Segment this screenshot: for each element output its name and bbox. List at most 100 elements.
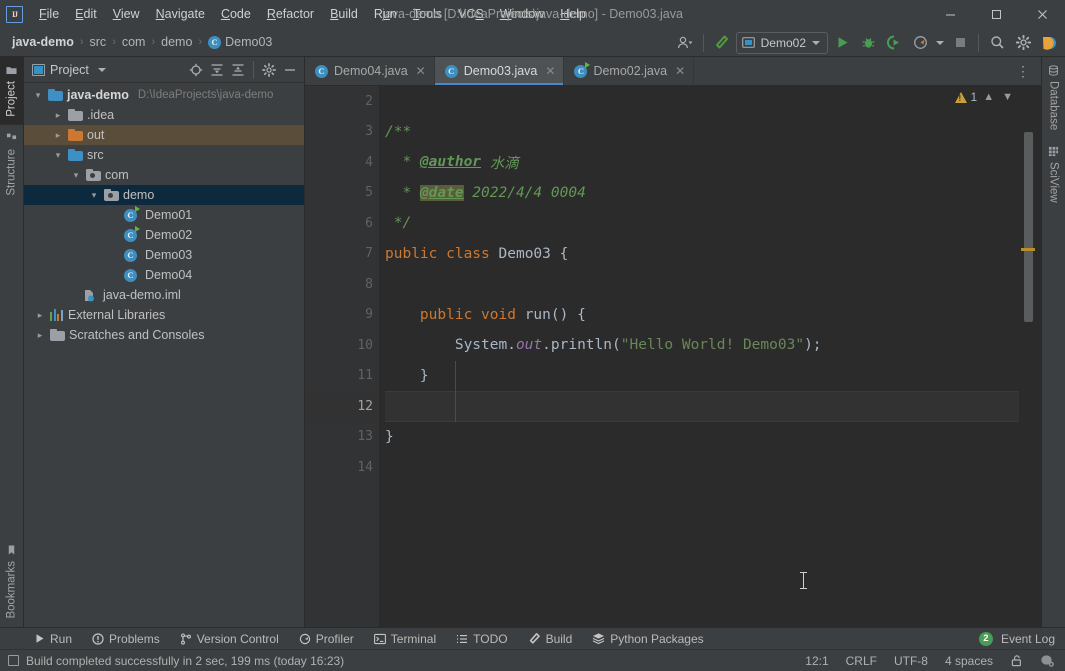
build-hammer-icon[interactable] bbox=[710, 31, 734, 55]
tree-node-out[interactable]: ▸ out bbox=[24, 125, 304, 145]
breadcrumb-item-project[interactable]: java-demo bbox=[8, 33, 78, 51]
tree-node-demo01[interactable]: C Demo01 bbox=[24, 205, 304, 225]
chevron-right-icon[interactable]: ▸ bbox=[34, 330, 46, 341]
tree-node-com[interactable]: ▾ com bbox=[24, 165, 304, 185]
chevron-down-icon[interactable]: ▾ bbox=[52, 150, 64, 161]
code-editor[interactable]: /** * @author 水滴 * @date 2022/4/4 0004 *… bbox=[379, 86, 1019, 627]
caret-position[interactable]: 12:1 bbox=[803, 653, 830, 669]
editor-tab-demo02[interactable]: C Demo02.java ✕ bbox=[564, 57, 695, 85]
ide-updates-icon[interactable] bbox=[1037, 31, 1061, 55]
menu-help[interactable]: Help bbox=[552, 3, 594, 25]
menu-edit[interactable]: Edit bbox=[67, 3, 105, 25]
code-line-11[interactable]: } bbox=[385, 361, 1019, 392]
code-line-12-current[interactable] bbox=[385, 391, 1019, 422]
collapse-all-icon[interactable] bbox=[228, 60, 248, 80]
chevron-down-icon[interactable] bbox=[97, 67, 106, 72]
editor-scrollbar-marker-strip[interactable] bbox=[1019, 86, 1041, 627]
bottom-tab-build[interactable]: Build bbox=[518, 630, 583, 648]
search-everywhere-icon[interactable] bbox=[985, 31, 1009, 55]
chevron-right-icon[interactable]: ▸ bbox=[52, 110, 64, 121]
chevron-down-icon[interactable]: ▾ bbox=[32, 90, 44, 101]
indent-setting[interactable]: 4 spaces bbox=[943, 653, 995, 669]
minimize-button[interactable] bbox=[927, 0, 973, 28]
chevron-up-icon[interactable]: ▲ bbox=[981, 91, 996, 103]
stop-square-icon[interactable] bbox=[948, 31, 972, 55]
bottom-tab-python-packages[interactable]: Python Packages bbox=[582, 630, 713, 648]
breadcrumb-item-class[interactable]: C Demo03 bbox=[204, 33, 276, 51]
sidebar-item-database[interactable]: Database bbox=[1042, 57, 1065, 138]
menu-file[interactable]: File bbox=[31, 3, 67, 25]
inspection-widget[interactable]: 1 ▲ ▼ bbox=[954, 90, 1015, 104]
bottom-tab-terminal[interactable]: Terminal bbox=[364, 630, 446, 648]
tree-node-idea[interactable]: ▸ .idea bbox=[24, 105, 304, 125]
maximize-button[interactable] bbox=[973, 0, 1019, 28]
chevron-right-icon[interactable]: ▸ bbox=[34, 310, 46, 321]
profiler-icon[interactable] bbox=[908, 31, 932, 55]
editor-gutter[interactable]: 2 3 4 5 6 7 8 9 10 11 12 13 14 bbox=[305, 86, 395, 627]
menu-tools[interactable]: Tools bbox=[405, 3, 450, 25]
editor-scrollbar-thumb[interactable] bbox=[1024, 132, 1033, 322]
code-line-4[interactable]: * @author 水滴 bbox=[385, 147, 1019, 178]
menu-refactor[interactable]: Refactor bbox=[259, 3, 322, 25]
inspection-profile-icon[interactable] bbox=[1038, 653, 1057, 669]
breadcrumb-item-com[interactable]: com bbox=[118, 33, 150, 51]
expand-all-icon[interactable] bbox=[207, 60, 227, 80]
breadcrumb-item-src[interactable]: src bbox=[86, 33, 111, 51]
close-icon[interactable]: ✕ bbox=[416, 64, 426, 78]
user-account-icon[interactable] bbox=[673, 31, 697, 55]
menu-navigate[interactable]: Navigate bbox=[148, 3, 213, 25]
tree-node-demo02[interactable]: C Demo02 bbox=[24, 225, 304, 245]
tree-node-java-demo[interactable]: ▾ java-demo D:\IdeaProjects\java-demo bbox=[24, 85, 304, 105]
sidebar-item-structure[interactable]: Structure bbox=[0, 125, 23, 204]
tree-node-iml[interactable]: java-demo.iml bbox=[24, 285, 304, 305]
menu-window[interactable]: Window bbox=[492, 3, 552, 25]
code-line-14[interactable] bbox=[385, 452, 1019, 483]
close-icon[interactable]: ✕ bbox=[675, 64, 685, 78]
bottom-tab-todo[interactable]: TODO bbox=[446, 630, 517, 648]
chevron-down-icon[interactable]: ▾ bbox=[70, 170, 82, 181]
settings-gear-icon[interactable] bbox=[259, 60, 279, 80]
bottom-tab-event-log[interactable]: Event Log bbox=[999, 630, 1057, 648]
code-line-5[interactable]: * @date 2022/4/4 0004 bbox=[385, 178, 1019, 209]
line-separator[interactable]: CRLF bbox=[844, 653, 879, 669]
code-line-7[interactable]: public class Demo03 { bbox=[385, 239, 1019, 270]
run-configuration-selector[interactable]: Demo02 bbox=[735, 31, 828, 54]
code-line-2[interactable] bbox=[385, 86, 1019, 117]
breadcrumb-item-demo[interactable]: demo bbox=[157, 33, 196, 51]
warning-marker[interactable] bbox=[1021, 248, 1035, 251]
select-opened-file-icon[interactable] bbox=[186, 60, 206, 80]
chevron-down-icon[interactable]: ▾ bbox=[88, 190, 100, 201]
project-panel-title[interactable]: Project bbox=[32, 63, 106, 77]
bottom-tab-version-control[interactable]: Version Control bbox=[170, 630, 289, 648]
close-button[interactable] bbox=[1019, 0, 1065, 28]
editor-tab-demo03[interactable]: C Demo03.java ✕ bbox=[434, 57, 565, 85]
chevron-right-icon[interactable]: ▸ bbox=[52, 130, 64, 141]
menu-run[interactable]: Run bbox=[366, 3, 405, 25]
tree-node-scratches[interactable]: ▸ Scratches and Consoles bbox=[24, 325, 304, 345]
menu-build[interactable]: Build bbox=[322, 3, 366, 25]
sidebar-item-bookmarks[interactable]: Bookmarks bbox=[0, 537, 23, 627]
code-line-6[interactable]: */ bbox=[385, 208, 1019, 239]
run-with-coverage-icon[interactable] bbox=[882, 31, 906, 55]
bottom-tab-run[interactable]: Run bbox=[24, 630, 82, 648]
bottom-tab-problems[interactable]: Problems bbox=[82, 630, 170, 648]
tree-node-src[interactable]: ▾ src bbox=[24, 145, 304, 165]
tree-node-external-libraries[interactable]: ▸ External Libraries bbox=[24, 305, 304, 325]
bottom-tab-profiler[interactable]: Profiler bbox=[289, 630, 364, 648]
file-encoding[interactable]: UTF-8 bbox=[892, 653, 930, 669]
more-options-icon[interactable]: ⋮ bbox=[1012, 63, 1035, 80]
tree-node-demo03[interactable]: C Demo03 bbox=[24, 245, 304, 265]
code-line-9[interactable]: public void run() { bbox=[385, 300, 1019, 331]
run-button[interactable] bbox=[830, 31, 854, 55]
sidebar-item-sciview[interactable]: SciView bbox=[1042, 138, 1065, 211]
tree-node-demo04[interactable]: C Demo04 bbox=[24, 265, 304, 285]
code-line-3[interactable]: /** bbox=[385, 117, 1019, 148]
code-line-13[interactable]: } bbox=[385, 422, 1019, 453]
close-icon[interactable]: ✕ bbox=[545, 64, 555, 78]
debug-bug-icon[interactable] bbox=[856, 31, 880, 55]
menu-vcs[interactable]: VCS bbox=[450, 3, 492, 25]
code-line-10[interactable]: System. out .println("Hello World! Demo03"… bbox=[385, 330, 1019, 361]
menu-code[interactable]: Code bbox=[213, 3, 259, 25]
hide-panel-icon[interactable] bbox=[280, 60, 300, 80]
menu-view[interactable]: View bbox=[105, 3, 148, 25]
